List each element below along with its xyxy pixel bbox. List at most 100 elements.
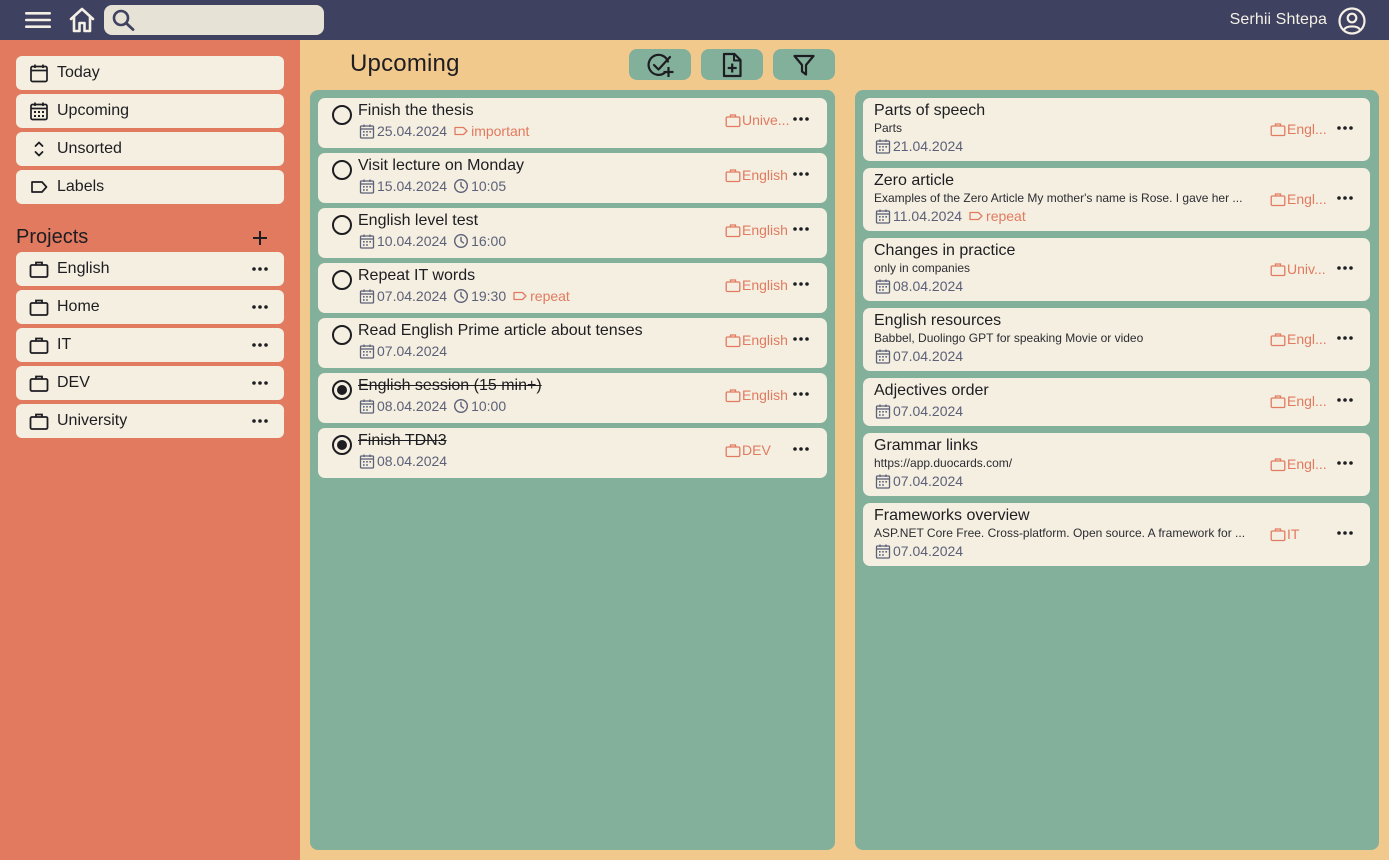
task-checkbox[interactable] — [332, 160, 352, 180]
note-card[interactable]: Parts of speech Parts 21.04.2024 Engl... — [863, 98, 1370, 161]
note-project[interactable]: Engl... — [1270, 393, 1330, 409]
briefcase-icon — [725, 169, 741, 183]
search-bar[interactable] — [104, 5, 324, 35]
more-options-icon[interactable] — [791, 439, 811, 459]
sidebar-item-unsorted[interactable]: Unsorted — [16, 132, 284, 166]
label-icon — [969, 211, 983, 221]
more-options-icon[interactable] — [250, 411, 270, 431]
add-task-button[interactable] — [629, 49, 691, 80]
project-item-dev[interactable]: DEV — [16, 366, 284, 400]
sidebar-item-label: Unsorted — [57, 140, 122, 157]
task-meta: 15.04.2024 10:05 — [359, 178, 512, 194]
more-options-icon[interactable] — [1335, 328, 1355, 348]
task-project[interactable]: English — [725, 167, 788, 183]
task-meta: 08.04.2024 — [359, 453, 453, 469]
project-item-english[interactable]: English — [16, 252, 284, 286]
user-avatar-icon[interactable] — [1337, 6, 1367, 36]
note-meta: 11.04.2024 repeat — [875, 208, 1032, 224]
more-options-icon[interactable] — [791, 384, 811, 404]
user-name[interactable]: Serhii Shtepa — [1230, 11, 1327, 29]
task-project[interactable]: English — [725, 222, 788, 238]
clock-icon — [454, 233, 469, 249]
briefcase-icon — [1270, 395, 1286, 409]
task-meta: 07.04.2024 19:30 repeat — [359, 288, 576, 304]
note-card[interactable]: Frameworks overview ASP.NET Core Free. C… — [863, 503, 1370, 566]
calendar-icon — [359, 454, 375, 469]
more-options-icon[interactable] — [250, 297, 270, 317]
note-card[interactable]: Grammar links https://app.duocards.com/ … — [863, 433, 1370, 496]
task-project[interactable]: DEV — [725, 442, 771, 458]
note-card[interactable]: Adjectives order 07.04.2024 Engl... — [863, 378, 1370, 426]
note-card[interactable]: Changes in practice only in companies 08… — [863, 238, 1370, 301]
note-card[interactable]: English resources Babbel, Duolingo GPT f… — [863, 308, 1370, 371]
briefcase-icon — [29, 261, 49, 278]
task-project[interactable]: English — [725, 277, 788, 293]
add-note-button[interactable] — [701, 49, 763, 80]
task-checkbox[interactable] — [332, 105, 352, 125]
task-date: 10.04.2024 — [377, 233, 448, 249]
more-options-icon[interactable] — [791, 164, 811, 184]
task-title: English level test — [358, 212, 479, 229]
briefcase-icon — [1270, 333, 1286, 347]
project-item-it[interactable]: IT — [16, 328, 284, 362]
note-card[interactable]: Zero article Examples of the Zero Articl… — [863, 168, 1370, 231]
more-options-icon[interactable] — [791, 219, 811, 239]
task-checkbox[interactable] — [332, 270, 352, 290]
more-options-icon[interactable] — [1335, 453, 1355, 473]
note-project[interactable]: Engl... — [1270, 456, 1330, 472]
task-card[interactable]: Finish the thesis 25.04.2024 important U… — [318, 98, 827, 148]
note-description: https://app.duocards.com/ — [874, 456, 1013, 470]
more-options-icon[interactable] — [1335, 188, 1355, 208]
more-options-icon[interactable] — [250, 373, 270, 393]
sidebar-item-upcoming[interactable]: Upcoming — [16, 94, 284, 128]
note-project[interactable]: IT — [1270, 526, 1330, 542]
top-bar: Serhii Shtepa — [0, 0, 1389, 40]
note-project[interactable]: Engl... — [1270, 191, 1330, 207]
calendar-icon — [875, 279, 891, 294]
home-icon[interactable] — [67, 6, 97, 34]
task-project[interactable]: Unive... — [725, 112, 789, 128]
label-icon — [454, 126, 468, 136]
task-checkbox-checked[interactable] — [332, 435, 352, 455]
task-title: Finish TDN3 — [358, 432, 447, 449]
more-options-icon[interactable] — [1335, 118, 1355, 138]
more-options-icon[interactable] — [1335, 390, 1355, 410]
task-checkbox[interactable] — [332, 325, 352, 345]
task-project-name: Unive... — [742, 112, 790, 128]
task-card[interactable]: Visit lecture on Monday 15.04.2024 10:05… — [318, 153, 827, 203]
sidebar-item-today[interactable]: Today — [16, 56, 284, 90]
search-input[interactable] — [140, 9, 318, 31]
sidebar-item-label: Today — [57, 64, 100, 81]
more-options-icon[interactable] — [250, 335, 270, 355]
task-checkbox-checked[interactable] — [332, 380, 352, 400]
sidebar-item-labels[interactable]: Labels — [16, 170, 284, 204]
note-meta: 21.04.2024 — [875, 138, 969, 154]
task-checkbox[interactable] — [332, 215, 352, 235]
more-options-icon[interactable] — [1335, 523, 1355, 543]
task-card[interactable]: English level test 10.04.2024 16:00 Engl… — [318, 208, 827, 258]
hamburger-menu-icon[interactable] — [22, 8, 54, 32]
note-project[interactable]: Engl... — [1270, 121, 1330, 137]
add-project-icon[interactable] — [250, 228, 270, 248]
filter-button[interactable] — [773, 49, 835, 80]
note-date: 07.04.2024 — [893, 403, 964, 419]
project-item-home[interactable]: Home — [16, 290, 284, 324]
task-card-completed[interactable]: Finish TDN3 08.04.2024 DEV — [318, 428, 827, 478]
note-project[interactable]: Engl... — [1270, 331, 1330, 347]
more-options-icon[interactable] — [791, 109, 811, 129]
search-icon — [112, 9, 135, 31]
more-options-icon[interactable] — [791, 274, 811, 294]
project-item-university[interactable]: University — [16, 404, 284, 438]
note-project[interactable]: Univ... — [1270, 261, 1330, 277]
task-project[interactable]: English — [725, 332, 788, 348]
task-card-completed[interactable]: English session (15 min+) 08.04.2024 10:… — [318, 373, 827, 423]
task-project[interactable]: English — [725, 387, 788, 403]
task-label: important — [471, 123, 530, 139]
more-options-icon[interactable] — [1335, 258, 1355, 278]
label-icon — [513, 291, 527, 301]
note-date: 07.04.2024 — [893, 543, 964, 559]
task-card[interactable]: Repeat IT words 07.04.2024 19:30 repeat … — [318, 263, 827, 313]
more-options-icon[interactable] — [791, 329, 811, 349]
more-options-icon[interactable] — [250, 259, 270, 279]
task-card[interactable]: Read English Prime article about tenses … — [318, 318, 827, 368]
